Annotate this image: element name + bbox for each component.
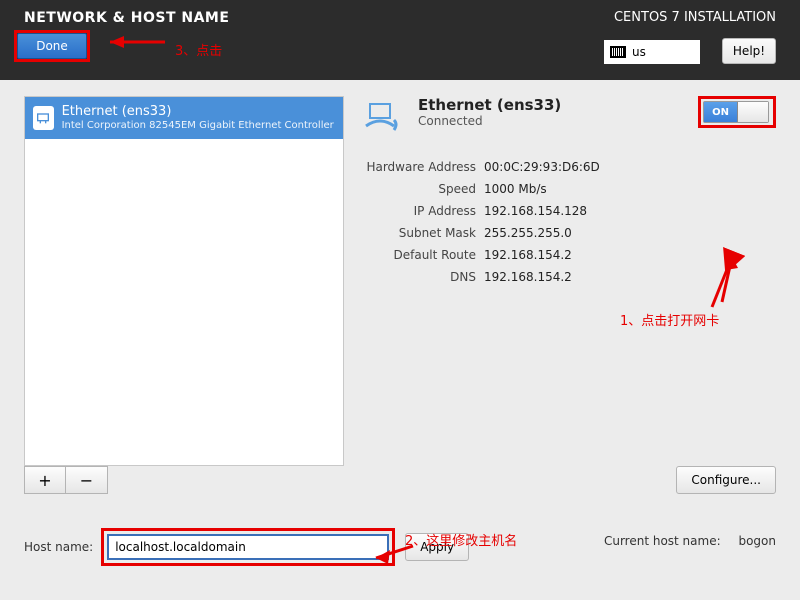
keyboard-layout-label: us [632,45,646,59]
current-hostname-value: bogon [738,534,776,548]
ethernet-icon [33,106,54,130]
interface-detail: Ethernet (ens33) Connected ON Hardware A… [360,96,776,292]
hostname-label: Host name: [24,540,93,554]
prop-label: DNS [360,270,476,284]
ethernet-large-icon [360,96,408,136]
list-buttons: + − [24,466,108,494]
header: NETWORK & HOST NAME CENTOS 7 INSTALLATIO… [0,0,800,80]
hostname-input[interactable] [107,534,389,560]
annotation-box-toggle: ON [698,96,776,128]
configure-button[interactable]: Configure... [676,466,776,494]
keyboard-icon [610,46,626,58]
prop-label: Subnet Mask [360,226,476,240]
add-interface-button[interactable]: + [24,466,66,494]
annotation-box-done: Done [14,30,90,62]
hostname-row: Host name: Apply [24,528,469,566]
prop-label: Default Route [360,248,476,262]
subnet-mask-value: 255.255.255.0 [484,226,572,240]
apply-button[interactable]: Apply [405,533,469,561]
detail-title: Ethernet (ens33) [418,96,561,114]
keyboard-layout-indicator[interactable]: us [604,40,700,64]
toggle-on-label: ON [704,102,738,122]
toggle-knob [738,102,768,122]
hardware-address-value: 00:0C:29:93:D6:6D [484,160,600,174]
content-area: Ethernet (ens33) Intel Corporation 82545… [0,80,800,600]
page-title: NETWORK & HOST NAME [24,10,229,26]
interface-description: Intel Corporation 82545EM Gigabit Ethern… [62,120,335,132]
prop-label: Speed [360,182,476,196]
remove-interface-button[interactable]: − [66,466,108,494]
done-button[interactable]: Done [17,33,87,59]
dns-value: 192.168.154.2 [484,270,572,284]
interface-properties: Hardware Address 00:0C:29:93:D6:6D Speed 1… [360,160,776,284]
interface-name: Ethernet (ens33) [62,104,335,120]
speed-value: 1000 Mb/s [484,182,547,196]
prop-label: Hardware Address [360,160,476,174]
current-hostname: Current host name: bogon [604,534,776,548]
annotation-box-hostname [101,528,395,566]
list-item[interactable]: Ethernet (ens33) Intel Corporation 82545… [25,97,343,139]
interface-toggle[interactable]: ON [703,101,769,123]
connection-status: Connected [418,114,561,128]
ip-address-value: 192.168.154.128 [484,204,587,218]
default-route-value: 192.168.154.2 [484,248,572,262]
help-button[interactable]: Help! [722,38,776,64]
network-interface-list[interactable]: Ethernet (ens33) Intel Corporation 82545… [24,96,344,466]
current-hostname-label: Current host name: [604,534,721,548]
installer-title: CENTOS 7 INSTALLATION [614,10,776,25]
prop-label: IP Address [360,204,476,218]
